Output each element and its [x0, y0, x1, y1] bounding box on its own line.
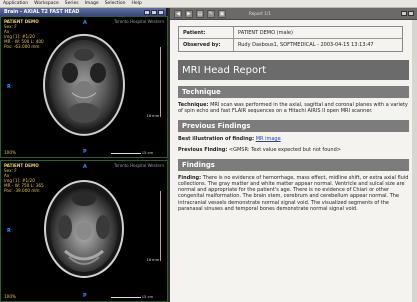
- observed-value: Rudy Dasbous1, SOFTMEDICAL - 2003-04-15 …: [238, 42, 374, 48]
- observer-row: Observed by: Rudy Dasbous1, SOFTMEDICAL …: [179, 39, 402, 51]
- patient-label: Patient:: [179, 27, 234, 38]
- scale-bar: [111, 297, 141, 298]
- mri-axial-slice-image: [44, 180, 124, 278]
- overlay-info: PATIENT DEMO Sex: F Ax Img [1]: #1/20 MR…: [4, 19, 44, 49]
- menu-series[interactable]: Series: [65, 1, 79, 6]
- forward-icon[interactable]: ▶: [185, 9, 193, 18]
- minimize-icon[interactable]: [144, 9, 150, 15]
- report-toolbar: ◀ ▶ ▤ ✎ ▣ Report 1/1: [170, 8, 417, 20]
- menu-application[interactable]: Application: [3, 1, 28, 6]
- menu-image[interactable]: Image: [85, 1, 99, 6]
- edit-icon[interactable]: ✎: [207, 9, 215, 18]
- close-icon[interactable]: [408, 11, 414, 16]
- scale-bar: [111, 153, 141, 154]
- maximize-icon[interactable]: [151, 9, 157, 15]
- minimize-icon[interactable]: [401, 11, 407, 16]
- scale-label: 15 cm: [141, 295, 153, 299]
- patient-info-table: Patient: PATIENT DEMO (male) Observed by…: [178, 26, 403, 52]
- image-pane-bottom[interactable]: PATIENT DEMO Sex: F Ax Img [1]: #1/20 MR…: [0, 160, 168, 302]
- best-illustration-line: Best illustration of finding: MR image: [178, 136, 281, 143]
- orientation-bottom: P: [83, 149, 87, 155]
- report-body: Patient: PATIENT DEMO (male) Observed by…: [170, 20, 417, 302]
- orientation-top: A: [83, 164, 87, 170]
- report-scrollbar[interactable]: [412, 20, 417, 302]
- previous-findings-heading: Previous Findings: [178, 120, 409, 133]
- menu-bar: Application Workspace Series Image Selec…: [0, 0, 417, 8]
- menu-workspace[interactable]: Workspace: [34, 1, 59, 6]
- viewer-title-bar[interactable]: Brain - AXIAL T2 FAST HEAD: [0, 8, 166, 16]
- window-controls: [144, 9, 166, 15]
- hospital-label: Toronto Hospital Western: [113, 19, 164, 24]
- viewer-title: Brain - AXIAL T2 FAST HEAD: [4, 9, 80, 15]
- vertical-scale-bar: [160, 47, 161, 117]
- zoom-level: 100%: [4, 294, 16, 299]
- orientation-left: R: [7, 228, 11, 234]
- menu-selection[interactable]: Selection: [105, 1, 126, 6]
- overlay-info: PATIENT DEMO Sex: F Ax Img [1]: #1/20 MR…: [4, 163, 44, 193]
- mri-axial-slice-image: [43, 33, 125, 136]
- zoom-level: 100%: [4, 150, 16, 155]
- close-icon[interactable]: [158, 9, 164, 15]
- orientation-left: R: [7, 84, 11, 90]
- previous-finding-line: Previous Finding: <GMSR: Text value expe…: [178, 146, 341, 153]
- observed-label: Observed by:: [179, 39, 234, 51]
- menu-help[interactable]: Help: [131, 1, 141, 6]
- image-viewer-window: Brain - AXIAL T2 FAST HEAD PATIENT DEMO …: [0, 8, 168, 302]
- back-icon[interactable]: ◀: [174, 9, 182, 18]
- findings-paragraph: Finding: There is no evidence of hemorrh…: [178, 174, 409, 212]
- technique-heading: Technique: [178, 86, 409, 98]
- patient-value: PATIENT DEMO (male): [238, 29, 293, 36]
- findings-heading: Findings: [178, 158, 409, 171]
- orientation-bottom: P: [83, 293, 87, 299]
- save-icon[interactable]: ▣: [218, 9, 226, 18]
- report-counter: Report 1/1: [249, 11, 271, 16]
- print-icon[interactable]: ▤: [196, 9, 204, 18]
- hospital-label: Toronto Hospital Western: [113, 163, 164, 168]
- report-window-controls: [401, 11, 417, 16]
- report-window: ◀ ▶ ▤ ✎ ▣ Report 1/1 Patient: PATIENT DE…: [170, 8, 417, 302]
- vertical-scale-label: 16 mm: [146, 114, 159, 118]
- image-pane-top[interactable]: PATIENT DEMO Sex: F Ax Img [1]: #1/20 MR…: [0, 16, 168, 158]
- mr-image-link[interactable]: MR image: [256, 136, 281, 142]
- orientation-top: A: [83, 20, 87, 26]
- report-title: MRI Head Report: [178, 60, 409, 80]
- scale-label: 15 cm: [141, 151, 153, 155]
- patient-row: Patient: PATIENT DEMO (male): [179, 27, 402, 39]
- vertical-scale-bar: [160, 191, 161, 261]
- technique-paragraph: Technique: MRI scan was performed in the…: [178, 102, 408, 115]
- vertical-scale-label: 16 mm: [146, 258, 159, 262]
